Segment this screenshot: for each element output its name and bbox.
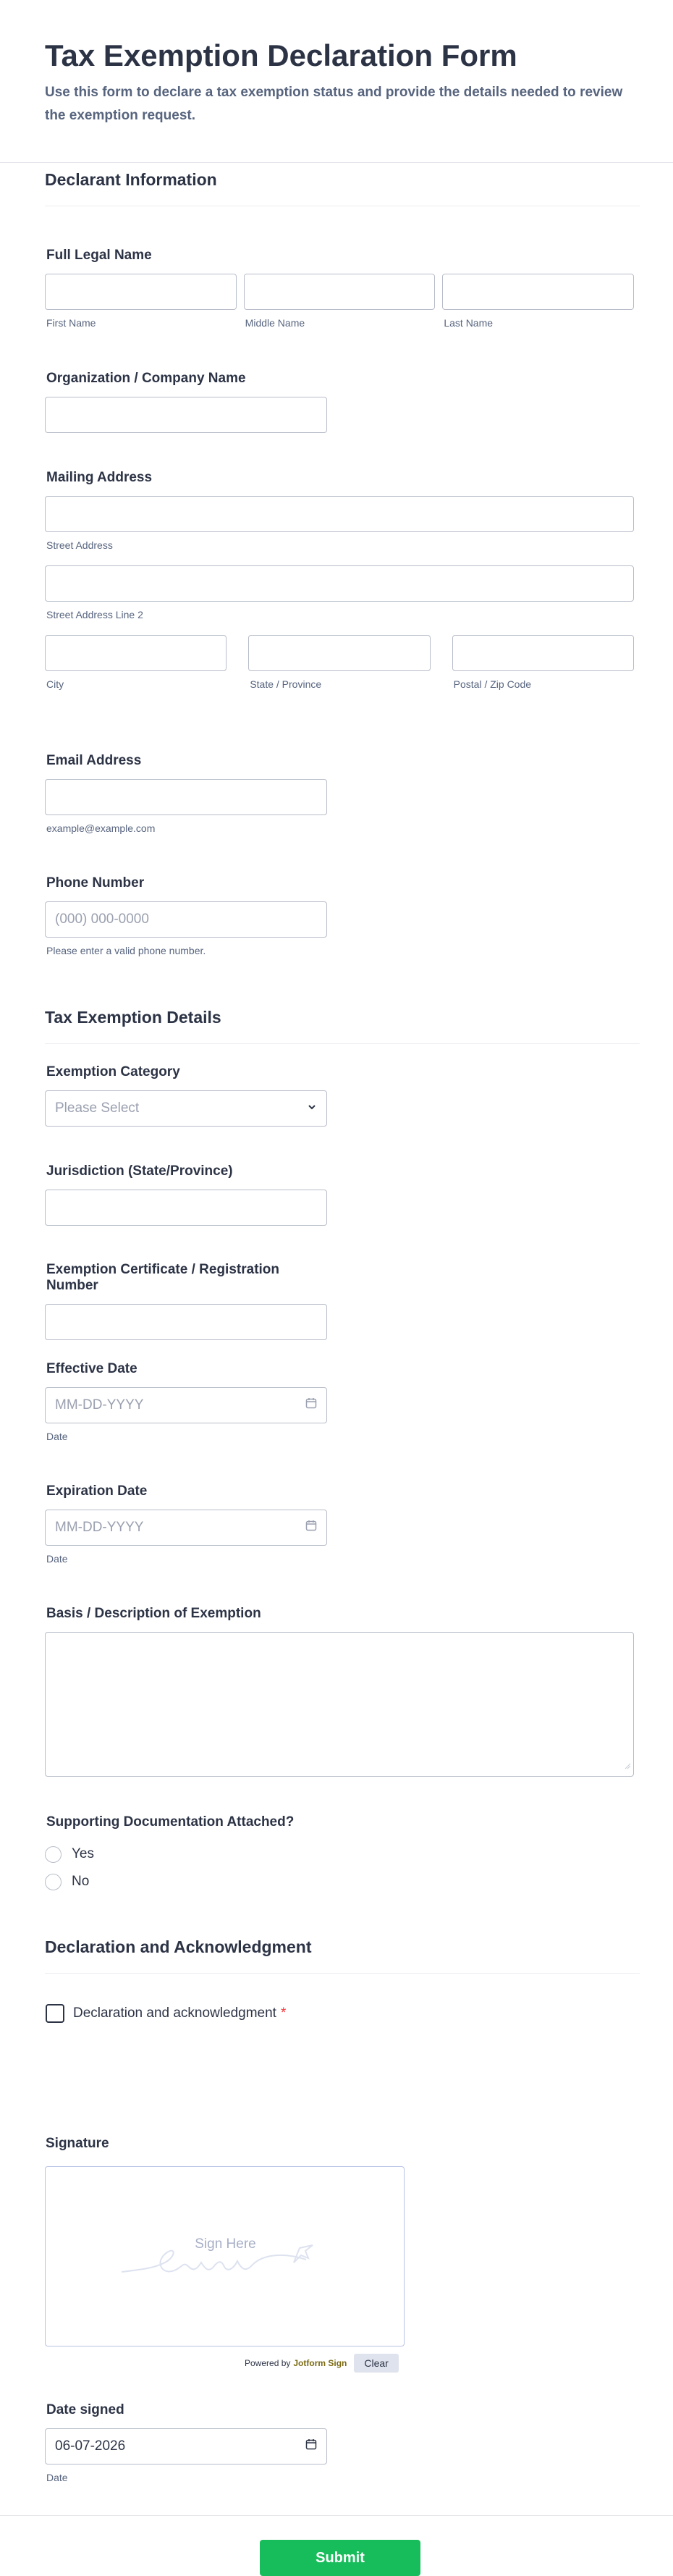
radio-circle[interactable] [45,1845,62,1863]
form-page: Tax Exemption Declaration Form Use this … [0,0,673,2576]
calendar-icon[interactable] [305,1397,317,1413]
email-input[interactable] [45,779,327,815]
postal-input[interactable] [452,635,634,671]
exemption-category-select[interactable]: Please Select [45,1090,327,1127]
radio-circle[interactable] [45,1873,62,1890]
supporting-docs-field: Supporting Documentation Attached? Yes N… [45,1814,407,1895]
date-signed-sublabel: Date [46,2472,68,2483]
clear-signature-button[interactable]: Clear [354,2354,399,2373]
organization-field: Organization / Company Name [45,371,327,433]
phone-label: Phone Number [46,875,145,891]
street-address-input[interactable] [45,496,634,532]
acknowledgment-label: Declaration and acknowledgment [73,2005,276,2021]
expiration-date-field: Expiration Date MM-DD-YYYY Date [45,1483,327,1565]
jurisdiction-input[interactable] [45,1190,327,1226]
radio-no[interactable]: No [45,1868,407,1895]
full-name-field: Full Legal Name First Name Middle Name L… [45,248,635,329]
section-declaration: Declaration and Acknowledgment [45,1937,640,1974]
certificate-label: Exemption Certificate / Registration Num… [46,1262,280,1293]
date-signed-field: Date signed 06-07-2026 Date [45,2402,327,2483]
effective-date-label: Effective Date [46,1361,137,1376]
email-sublabel: example@example.com [46,822,156,834]
organization-label: Organization / Company Name [46,371,246,386]
city-sublabel: City [46,678,64,690]
effective-date-sublabel: Date [46,1431,68,1442]
certificate-field: Exemption Certificate / Registration Num… [45,1262,327,1340]
jurisdiction-label: Jurisdiction (State/Province) [46,1163,233,1179]
street-address-line2-input[interactable] [45,565,634,602]
expiration-date-sublabel: Date [46,1553,68,1565]
date-signed-input[interactable]: 06-07-2026 [45,2428,327,2465]
basis-label: Basis / Description of Exemption [46,1606,261,1621]
phone-input[interactable]: (000) 000-0000 [45,901,327,938]
last-name-sublabel: Last Name [444,317,494,329]
section-tax: Tax Exemption Details [45,1008,640,1044]
page-subtitle: Use this form to declare a tax exemption… [45,85,623,123]
acknowledgment-checkbox[interactable] [46,2004,64,2023]
expiration-date-input[interactable]: MM-DD-YYYY [45,1510,327,1546]
effective-date-input[interactable]: MM-DD-YYYY [45,1387,327,1423]
section-title-tax: Tax Exemption Details [45,1008,640,1044]
street-address-sublabel: Street Address [46,539,113,551]
organization-input[interactable] [45,397,327,433]
section-title-declarant: Declarant Information [45,170,640,206]
exemption-category-field: Exemption Category Please Select [45,1064,327,1127]
powered-by-text: Powered by [245,2358,291,2368]
effective-date-field: Effective Date MM-DD-YYYY Date [45,1361,327,1442]
radio-yes[interactable]: Yes [45,1840,407,1868]
mailing-address-field: Mailing Address Street Address Street Ad… [45,470,634,690]
acknowledgment-checkbox-row[interactable]: Declaration and acknowledgment * [46,2004,286,2023]
signature-footer: Powered by Jotform Sign Clear [245,2354,399,2373]
calendar-icon[interactable] [305,2438,317,2454]
phone-field: Phone Number (000) 000-0000 Please enter… [45,875,327,956]
first-name-sublabel: First Name [46,317,96,329]
page-title: Tax Exemption Declaration Form [45,38,517,72]
full-name-label: Full Legal Name [46,248,152,263]
jurisdiction-field: Jurisdiction (State/Province) [45,1163,327,1226]
section-declarant: Declarant Information [45,170,640,206]
first-name-input[interactable] [45,274,237,310]
expiration-date-label: Expiration Date [46,1483,148,1499]
certificate-input[interactable] [45,1304,327,1340]
state-input[interactable] [248,635,431,671]
supporting-docs-label: Supporting Documentation Attached? [46,1814,295,1830]
middle-name-input[interactable] [243,274,436,310]
mailing-address-label: Mailing Address [46,470,153,485]
signature-scribble-icon [121,2244,313,2273]
exemption-category-label: Exemption Category [46,1064,180,1079]
submit-button[interactable]: Submit [260,2540,420,2576]
section-title-declaration: Declaration and Acknowledgment [45,1937,640,1974]
basis-textarea[interactable] [45,1632,634,1777]
footer-divider [0,2515,673,2516]
basis-field: Basis / Description of Exemption [45,1606,634,1777]
form-header: Tax Exemption Declaration Form Use this … [0,0,673,163]
jotform-sign-brand: Jotform Sign [293,2358,347,2368]
middle-name-sublabel: Middle Name [245,317,305,329]
state-sublabel: State / Province [250,678,322,690]
postal-sublabel: Postal / Zip Code [453,678,532,690]
phone-sublabel: Please enter a valid phone number. [46,945,206,956]
sign-here-hint: Sign Here [195,2236,256,2252]
last-name-input[interactable] [442,274,635,310]
email-field: Email Address example@example.com [45,753,327,834]
signature-pad[interactable]: Sign Here [45,2166,405,2346]
street-address-line2-sublabel: Street Address Line 2 [46,609,143,620]
chevron-down-icon [307,1100,317,1116]
signature-label: Signature [46,2136,109,2151]
date-signed-label: Date signed [46,2402,124,2417]
required-asterisk: * [280,2005,287,2021]
email-label: Email Address [46,753,142,768]
calendar-icon[interactable] [305,1520,317,1536]
city-input[interactable] [45,635,227,671]
resize-handle-icon[interactable] [624,1758,631,1774]
